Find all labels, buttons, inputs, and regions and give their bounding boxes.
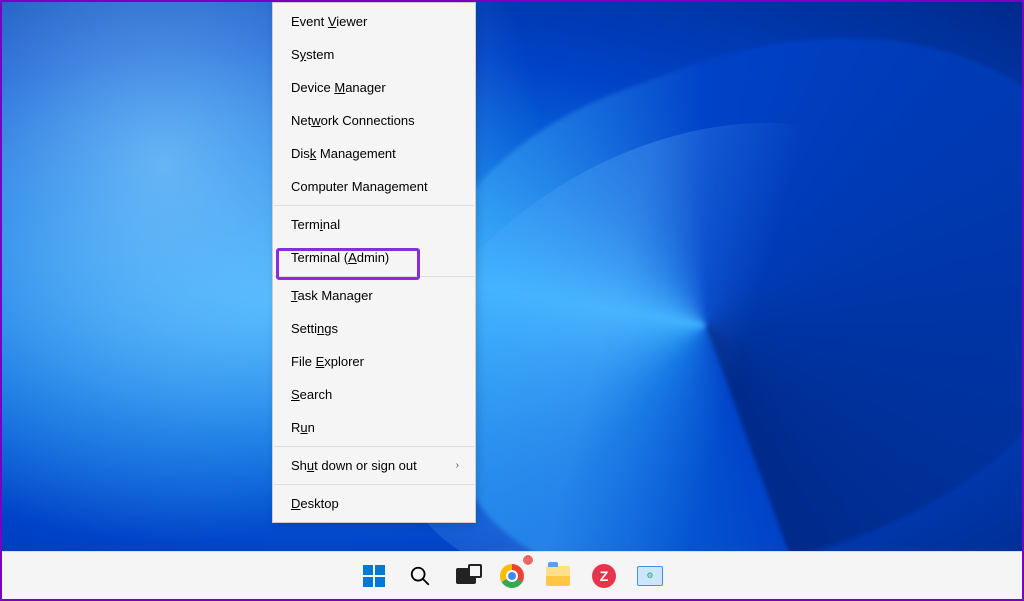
menu-item-run[interactable]: Run [273, 411, 475, 444]
start-button[interactable] [354, 556, 394, 596]
menu-item-settings[interactable]: Settings [273, 312, 475, 345]
menu-item-label: Event Viewer [291, 14, 367, 29]
taskbar: Z ⚙ [2, 551, 1022, 599]
chrome-icon [500, 564, 524, 588]
folder-icon [546, 566, 570, 586]
zoho-icon: Z [592, 564, 616, 588]
menu-item-system[interactable]: System [273, 38, 475, 71]
control-panel-taskbar-button[interactable]: ⚙ [630, 556, 670, 596]
menu-item-computer-management[interactable]: Computer Management [273, 170, 475, 203]
menu-item-label: Device Manager [291, 80, 386, 95]
task-view-icon [456, 568, 476, 584]
menu-item-label: Task Manager [291, 288, 373, 303]
menu-separator [274, 446, 474, 447]
menu-item-file-explorer[interactable]: File Explorer [273, 345, 475, 378]
menu-item-search[interactable]: Search [273, 378, 475, 411]
menu-item-label: Terminal [291, 217, 340, 232]
menu-item-label: Disk Management [291, 146, 396, 161]
menu-separator [274, 205, 474, 206]
menu-item-label: Terminal (Admin) [291, 250, 389, 265]
menu-item-task-manager[interactable]: Task Manager [273, 279, 475, 312]
menu-item-disk-management[interactable]: Disk Management [273, 137, 475, 170]
menu-item-shut-down-or-sign-out[interactable]: Shut down or sign out › [273, 449, 475, 482]
chevron-right-icon: › [456, 460, 459, 471]
winx-context-menu: Event Viewer System Device Manager Network … [272, 2, 476, 523]
windows-logo-icon [362, 564, 386, 588]
desktop-wallpaper [2, 2, 1022, 599]
task-view-button[interactable] [446, 556, 486, 596]
menu-item-terminal[interactable]: Terminal [273, 208, 475, 241]
menu-item-device-manager[interactable]: Device Manager [273, 71, 475, 104]
menu-item-label: Desktop [291, 496, 339, 511]
menu-item-label: Search [291, 387, 332, 402]
menu-item-label: Settings [291, 321, 338, 336]
menu-item-network-connections[interactable]: Network Connections [273, 104, 475, 137]
zoho-taskbar-button[interactable]: Z [584, 556, 624, 596]
menu-item-label: Shut down or sign out [291, 458, 417, 473]
chrome-profile-badge [522, 554, 534, 566]
menu-item-desktop[interactable]: Desktop [273, 487, 475, 520]
menu-item-terminal-admin[interactable]: Terminal (Admin) [273, 241, 475, 274]
menu-item-label: Run [291, 420, 315, 435]
menu-separator [274, 484, 474, 485]
menu-separator [274, 276, 474, 277]
file-explorer-taskbar-button[interactable] [538, 556, 578, 596]
chrome-taskbar-button[interactable] [492, 556, 532, 596]
menu-item-label: File Explorer [291, 354, 364, 369]
menu-item-event-viewer[interactable]: Event Viewer [273, 5, 475, 38]
control-panel-icon: ⚙ [637, 566, 663, 586]
search-icon [409, 565, 431, 587]
taskbar-search-button[interactable] [400, 556, 440, 596]
menu-item-label: Computer Management [291, 179, 428, 194]
menu-item-label: System [291, 47, 334, 62]
menu-item-label: Network Connections [291, 113, 415, 128]
